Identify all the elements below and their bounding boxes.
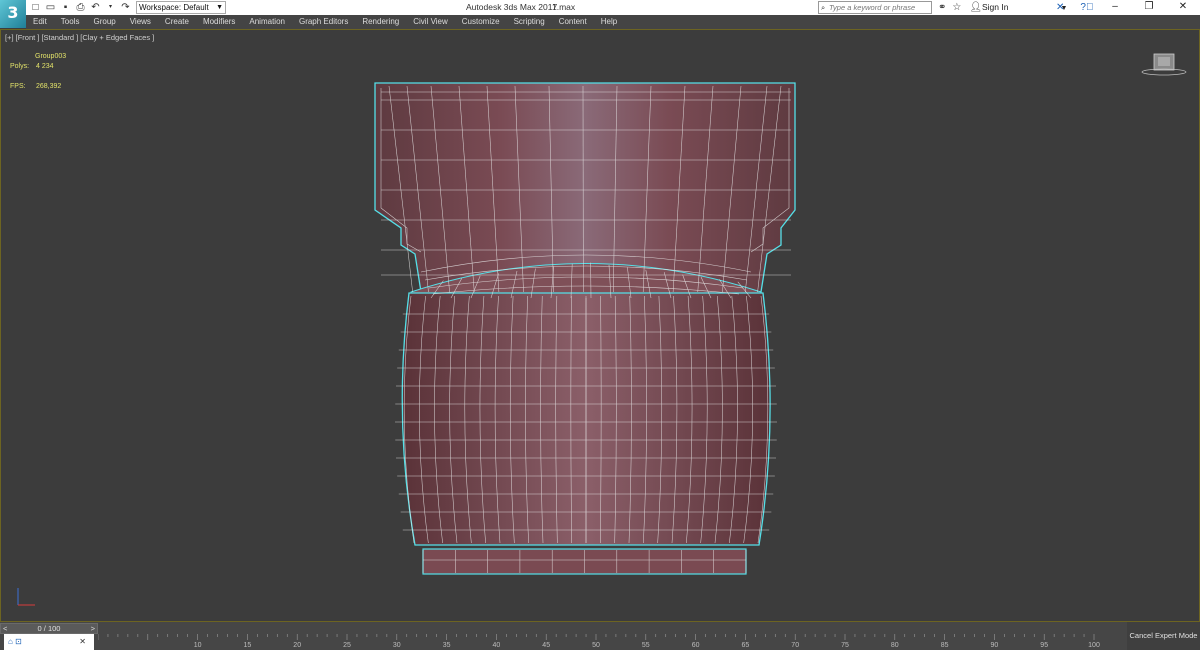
time-slider[interactable]: < 0 / 100 > [0,623,98,634]
title-bar: 3 □ ▭ ▪ ⎙ ↶ ▾ ↷ ▾ ▣ Workspace: Default ▼… [0,0,1200,28]
menu-item-graph-editors[interactable]: Graph Editors [292,15,355,29]
sign-in-label: Sign In [982,2,1009,12]
hold-icon[interactable]: ⎙ [75,2,86,13]
new-file-icon[interactable]: □ [30,2,41,13]
close-icon[interactable]: ✕ [79,634,86,650]
track-tick-label: 35 [443,642,451,649]
workspace-dropdown[interactable]: Workspace: Default ▼ [136,1,226,14]
menu-item-views[interactable]: Views [123,15,158,29]
track-tick-label: 40 [493,642,501,649]
track-tick-label: 90 [991,642,999,649]
script-icon: ⌂ ⊡ [8,637,22,646]
cancel-expert-mode-button[interactable]: Cancel Expert Mode [1127,622,1200,650]
binoculars-icon[interactable]: ⚭ [938,1,946,14]
chair-mesh[interactable] [1,30,1200,623]
track-tick-label: 100 [1088,642,1100,649]
track-bar[interactable]: 10 15 20 25 30 35 40 45 50 55 60 65 70 75 80 85 90 95 100 [98,634,1126,650]
track-tick-label: 70 [791,642,799,649]
maxscript-listener[interactable]: ⌂ ⊡ ✕ [4,634,94,650]
menu-item-help[interactable]: Help [594,15,624,29]
track-tick-label: 20 [293,642,301,649]
undo-dropdown-icon[interactable]: ▾ [105,2,116,13]
search-icon: ⌕ [821,3,826,12]
track-tick-label: 85 [941,642,949,649]
track-tick-label: 10 [194,642,202,649]
window-controls: – ❐ ✕ [1098,0,1200,15]
menu-item-group[interactable]: Group [86,15,122,29]
track-tick-label: 80 [891,642,899,649]
infocenter-icons: ⚭ ☆ 👤︎ [938,1,982,14]
track-tick-label: 50 [592,642,600,649]
redo-icon[interactable]: ↷ [120,2,131,13]
track-tick-label: 75 [841,642,849,649]
help-icon[interactable]: ?⃝ [1080,1,1093,14]
menu-item-customize[interactable]: Customize [455,15,507,29]
track-tick-label: 65 [742,642,750,649]
menu-item-civil-view[interactable]: Civil View [406,15,455,29]
track-tick-label: 15 [244,642,252,649]
user-icon[interactable]: 👤︎ [969,1,982,14]
sign-in-button[interactable]: Sign In ▼ [982,2,1067,12]
prev-frame-button[interactable]: < [3,624,7,633]
undo-icon[interactable]: ↶ [90,2,101,13]
menu-item-modifiers[interactable]: Modifiers [196,15,242,29]
menu-item-scripting[interactable]: Scripting [507,15,552,29]
search-placeholder: Type a keyword or phrase [829,3,916,12]
menu-item-tools[interactable]: Tools [54,15,87,29]
close-icon[interactable]: ✕ [1166,0,1200,15]
axis-tripod-icon [17,588,35,606]
save-icon[interactable]: ▪ [60,2,71,13]
app-logo-icon[interactable]: 3 [0,0,26,28]
minimize-icon[interactable]: – [1098,0,1132,15]
open-file-icon[interactable]: ▭ [45,2,56,13]
track-tick-label: 60 [692,642,700,649]
chevron-down-icon: ▼ [216,4,223,11]
next-frame-button[interactable]: > [91,624,95,633]
track-tick-label: 45 [542,642,550,649]
workspace-label: Workspace: Default [139,3,209,12]
file-name: 1.max [552,2,576,12]
track-tick-label: 55 [642,642,650,649]
track-tick-label: 95 [1040,642,1048,649]
app-title: Autodesk 3ds Max 2017 [466,2,558,12]
help-icons: ✕ ?⃝ [1056,1,1093,14]
menu-item-animation[interactable]: Animation [242,15,292,29]
front-viewport[interactable]: [+] [Front ] [Standard ] [Clay + Edged F… [0,29,1200,622]
menu-item-edit[interactable]: Edit [26,15,54,29]
star-icon[interactable]: ☆ [952,1,961,14]
menu-item-content[interactable]: Content [552,15,594,29]
menu-bar: Edit Tools Group Views Create Modifiers Animat… [26,15,1200,29]
exchange-icon[interactable]: ✕ [1056,1,1064,14]
search-input[interactable]: ⌕ Type a keyword or phrase [818,1,932,14]
restore-icon[interactable]: ❐ [1132,0,1166,15]
menu-item-create[interactable]: Create [158,15,196,29]
menu-item-rendering[interactable]: Rendering [355,15,406,29]
bottom-bar: < 0 / 100 > ⌂ ⊡ ✕ 10 15 20 25 30 35 40 45 50 55 60… [0,622,1200,650]
track-tick-label: 30 [393,642,401,649]
track-tick-label: 25 [343,642,351,649]
time-slider-label: 0 / 100 [37,624,61,633]
